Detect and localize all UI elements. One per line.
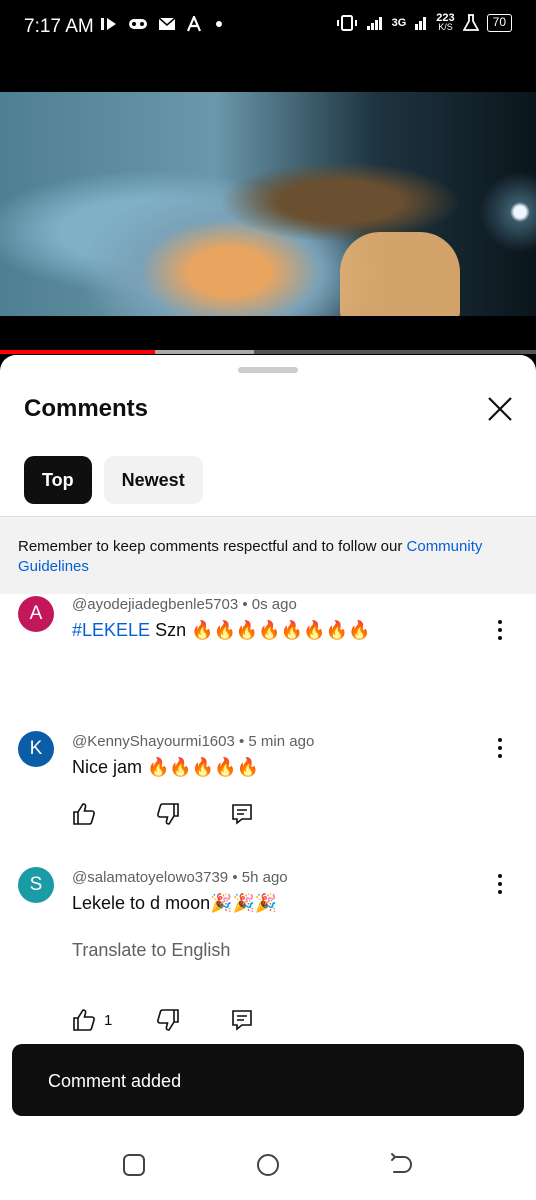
- tab-top[interactable]: Top: [24, 456, 92, 504]
- close-icon[interactable]: [484, 393, 516, 425]
- hashtag-link[interactable]: #LEKELE: [72, 620, 150, 640]
- comment-item: S @salamatoyelowo3739 • 5h ago Lekele to…: [0, 867, 536, 1047]
- avatar[interactable]: A: [18, 596, 54, 632]
- recents-icon[interactable]: [119, 1150, 149, 1180]
- comment-meta: @ayodejiadegbenle5703 • 0s ago: [72, 596, 297, 613]
- like-icon[interactable]: [72, 1008, 96, 1032]
- speed-unit: K/S: [438, 22, 453, 32]
- network-speed: 223 K/S: [436, 13, 454, 32]
- sort-tabs: Top Newest: [24, 456, 203, 504]
- like-icon[interactable]: [72, 802, 96, 826]
- video-content: [340, 232, 460, 316]
- avatar[interactable]: S: [18, 867, 54, 903]
- video-frame[interactable]: [0, 92, 536, 316]
- video-progress-bar[interactable]: [0, 350, 536, 354]
- video-player[interactable]: [0, 56, 536, 354]
- avatar[interactable]: K: [18, 731, 54, 767]
- more-options-icon[interactable]: [490, 736, 510, 760]
- comments-title: Comments: [24, 395, 149, 422]
- comment-actions: 1: [72, 1008, 254, 1032]
- dislike-icon[interactable]: [156, 802, 180, 826]
- comment-body: Szn 🔥🔥🔥🔥🔥🔥🔥🔥: [150, 620, 371, 640]
- comment-item: K @KennyShayourmi1603 • 5 min ago Nice j…: [0, 731, 536, 851]
- comment-body: Nice jam 🔥🔥🔥🔥🔥: [72, 757, 260, 777]
- font-icon: [186, 16, 202, 32]
- reply-icon[interactable]: [230, 1008, 254, 1032]
- more-options-icon[interactable]: [490, 618, 510, 642]
- comment-meta: @salamatoyelowo3739 • 5h ago: [72, 869, 288, 886]
- meta-separator: •: [228, 869, 242, 886]
- more-options-icon[interactable]: [490, 872, 510, 896]
- dislike-icon[interactable]: [156, 1008, 180, 1032]
- mail-icon: [158, 17, 176, 30]
- lab-icon: [462, 14, 479, 31]
- community-notice: Remember to keep comments respectful and…: [0, 516, 536, 594]
- comment-author[interactable]: @KennyShayourmi1603: [72, 733, 235, 750]
- signal-3g-icon: [415, 17, 427, 30]
- comments-sheet: Comments Top Newest Remember to keep com…: [0, 355, 536, 1130]
- comment-text: #LEKELE Szn 🔥🔥🔥🔥🔥🔥🔥🔥: [72, 620, 370, 641]
- status-time: 7:17 AM: [24, 16, 94, 37]
- drag-handle[interactable]: [238, 367, 298, 373]
- youtube-play-icon: [101, 18, 116, 30]
- signal-icon: [366, 17, 382, 30]
- system-nav-bar: [0, 1128, 536, 1200]
- system-indicators: 3G 223 K/S 70: [336, 13, 512, 32]
- gamepad-icon: [129, 19, 147, 29]
- notice-text: Remember to keep comments respectful and…: [18, 538, 407, 555]
- comment-time: 5h ago: [241, 869, 288, 886]
- progress-played: [0, 350, 156, 354]
- like-count: 1: [104, 1011, 113, 1029]
- reply-icon[interactable]: [230, 802, 254, 826]
- meta-separator: •: [234, 733, 249, 750]
- comment-author[interactable]: @salamatoyelowo3739: [72, 869, 228, 886]
- comment-time: 5 min ago: [248, 733, 315, 750]
- vibrate-icon: [336, 15, 357, 31]
- comment-author[interactable]: @ayodejiadegbenle5703: [72, 596, 238, 613]
- comment-body: Lekele to d moon🎉🎉🎉: [72, 893, 278, 913]
- tab-newest[interactable]: Newest: [103, 456, 203, 504]
- status-bar: 7:17 AM 3G 223 K/S 70: [0, 0, 536, 56]
- back-icon[interactable]: [386, 1150, 416, 1180]
- dot-icon: [216, 21, 222, 27]
- battery-icon: 70: [486, 14, 512, 32]
- meta-separator: •: [238, 596, 252, 613]
- home-icon[interactable]: [253, 1150, 283, 1180]
- translate-link[interactable]: Translate to English: [72, 940, 230, 961]
- comment-actions: [72, 802, 254, 826]
- toast-message: Comment added: [12, 1044, 524, 1116]
- comment-meta: @KennyShayourmi1603 • 5 min ago: [72, 733, 314, 750]
- network-type: 3G: [391, 17, 407, 29]
- comment-item: A @ayodejiadegbenle5703 • 0s ago #LEKELE…: [0, 594, 536, 714]
- notification-icons: [100, 16, 224, 32]
- comment-time: 0s ago: [251, 596, 297, 613]
